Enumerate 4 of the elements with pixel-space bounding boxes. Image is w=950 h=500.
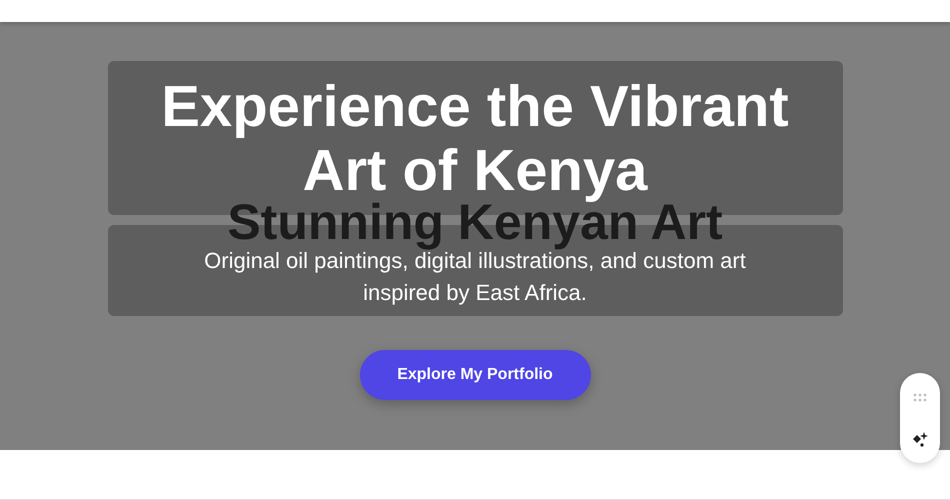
- hero-subtitle: Original oil paintings, digital illustrations, and custom art inspired by East Africa.: [203, 248, 747, 307]
- sparkle-icon[interactable]: [911, 431, 929, 449]
- explore-portfolio-button[interactable]: Explore My Portfolio: [360, 350, 590, 400]
- grip-icon[interactable]: [913, 393, 927, 402]
